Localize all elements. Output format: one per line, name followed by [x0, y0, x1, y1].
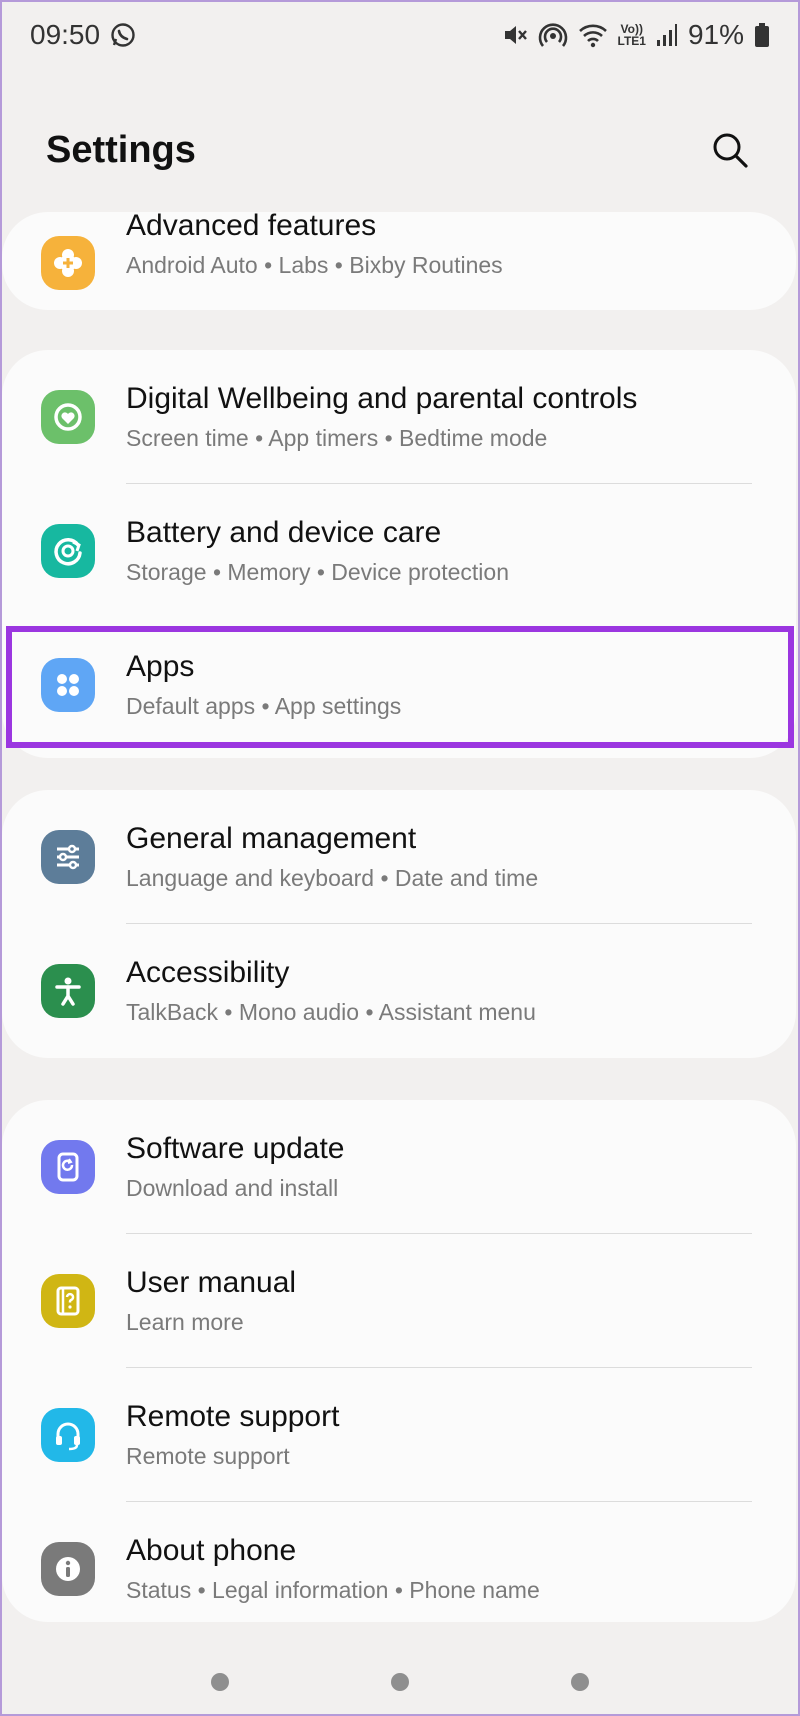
settings-item-general-management[interactable]: General management Language and keyboard…: [2, 790, 796, 924]
item-texts: Battery and device care Storage • Memory…: [126, 515, 509, 587]
settings-item-software-update[interactable]: Software update Download and install: [2, 1100, 796, 1234]
item-title: About phone: [126, 1534, 297, 1567]
search-icon: [713, 133, 748, 168]
digital-wellbeing-icon: [41, 390, 95, 444]
item-title: General management: [126, 822, 417, 855]
settings-item-advanced-features[interactable]: Advanced features Android Auto • Labs • …: [2, 212, 796, 310]
item-subtitle: Default apps • App settings: [126, 693, 402, 719]
item-texts: Apps Default apps • App settings: [126, 649, 401, 721]
remote-support-icon: [41, 1408, 95, 1462]
card-wellbeing-group: Digital Wellbeing and parental controls …: [2, 350, 796, 758]
item-subtitle: Learn more: [126, 1309, 244, 1335]
recents-button[interactable]: [211, 1673, 229, 1691]
item-title: Accessibility: [126, 956, 290, 989]
apps-icon: [41, 658, 95, 712]
item-subtitle: TalkBack • Mono audio • Assistant menu: [126, 999, 536, 1025]
status-right: Vo)) LTE1 91%: [502, 19, 771, 51]
settings-item-apps[interactable]: Apps Default apps • App settings: [2, 618, 796, 752]
header: Settings: [0, 110, 800, 190]
lte-label: LTE1: [617, 34, 646, 48]
item-title: Advanced features: [126, 212, 377, 242]
item-subtitle: Storage • Memory • Device protection: [126, 559, 509, 585]
page-title: Settings: [46, 128, 196, 171]
software-update-icon: [41, 1140, 95, 1194]
card-advanced: Advanced features Android Auto • Labs • …: [2, 212, 796, 310]
item-title: Apps: [126, 650, 195, 683]
search-button[interactable]: [706, 126, 754, 174]
wifi-icon: [578, 22, 608, 48]
settings-item-digital-wellbeing[interactable]: Digital Wellbeing and parental controls …: [2, 350, 796, 484]
item-texts: Advanced features Android Auto • Labs • …: [126, 212, 503, 280]
device-care-icon: [41, 524, 95, 578]
settings-item-user-manual[interactable]: User manual Learn more: [2, 1234, 796, 1368]
item-title: Battery and device care: [126, 516, 442, 549]
user-manual-icon: [41, 1274, 95, 1328]
item-subtitle: Status • Legal information • Phone name: [126, 1577, 540, 1603]
back-button[interactable]: [571, 1673, 589, 1691]
accessibility-icon: [41, 964, 95, 1018]
advanced-features-icon: [41, 236, 95, 290]
settings-item-remote-support[interactable]: Remote support Remote support: [2, 1368, 796, 1502]
whatsapp-icon: [110, 22, 136, 48]
item-texts: Software update Download and install: [126, 1131, 344, 1203]
item-title: Remote support: [126, 1400, 340, 1433]
settings-item-battery-device-care[interactable]: Battery and device care Storage • Memory…: [2, 484, 796, 618]
status-time: 09:50: [30, 19, 101, 50]
mute-icon: [502, 22, 528, 48]
item-texts: User manual Learn more: [126, 1265, 296, 1337]
item-texts: Accessibility TalkBack • Mono audio • As…: [126, 955, 536, 1027]
status-bar: 09:50 Vo)) LTE1 91%: [0, 0, 800, 70]
item-title: User manual: [126, 1266, 297, 1299]
item-title: Software update: [126, 1132, 345, 1165]
about-phone-icon: [41, 1542, 95, 1596]
status-left: 09:50: [30, 19, 136, 51]
signal-icon: [656, 22, 678, 48]
item-texts: About phone Status • Legal information •…: [126, 1533, 540, 1605]
settings-item-about-phone[interactable]: About phone Status • Legal information •…: [2, 1502, 796, 1636]
item-subtitle: Download and install: [126, 1175, 339, 1201]
home-button[interactable]: [391, 1673, 409, 1691]
battery-icon: [754, 22, 770, 48]
item-subtitle: Remote support: [126, 1443, 290, 1469]
battery-percent: 91%: [687, 19, 744, 50]
card-management-group: General management Language and keyboard…: [2, 790, 796, 1058]
item-texts: Digital Wellbeing and parental controls …: [126, 381, 637, 453]
hotspot-icon: [538, 21, 568, 49]
item-title: Digital Wellbeing and parental controls: [126, 382, 638, 415]
item-subtitle: Android Auto • Labs • Bixby Routines: [126, 252, 503, 278]
card-support-group: Software update Download and install Use…: [2, 1100, 796, 1622]
settings-item-accessibility[interactable]: Accessibility TalkBack • Mono audio • As…: [2, 924, 796, 1058]
item-subtitle: Language and keyboard • Date and time: [126, 865, 539, 891]
general-management-icon: [41, 830, 95, 884]
navigation-bar: [0, 1662, 800, 1702]
item-texts: General management Language and keyboard…: [126, 821, 538, 893]
item-texts: Remote support Remote support: [126, 1399, 339, 1471]
item-subtitle: Screen time • App timers • Bedtime mode: [126, 425, 548, 451]
volte-lte-icon: Vo)) LTE1: [618, 23, 646, 47]
